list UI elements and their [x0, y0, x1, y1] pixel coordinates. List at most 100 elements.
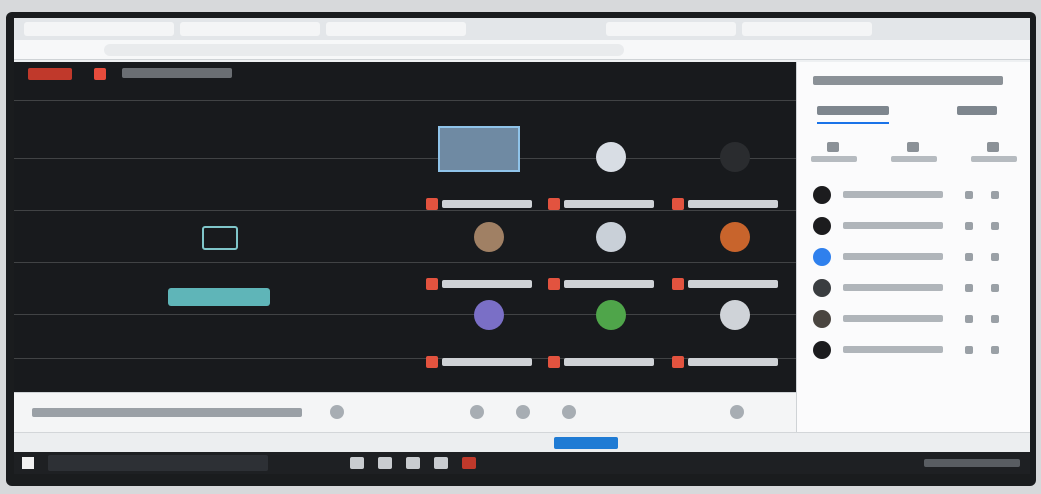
- participant-tile[interactable]: [672, 300, 798, 370]
- avatar: [596, 300, 626, 330]
- app-icon[interactable]: [378, 457, 392, 469]
- mic-off-icon: [426, 278, 438, 290]
- start-icon[interactable]: [22, 457, 34, 469]
- avatar: [596, 222, 626, 252]
- action-label: [971, 156, 1017, 162]
- taskbar-search[interactable]: [48, 455, 268, 471]
- more-button[interactable]: [730, 405, 744, 419]
- name-bar: [548, 276, 674, 292]
- avatar: [813, 217, 831, 235]
- avatar: [720, 300, 750, 330]
- recording-badge: [28, 68, 72, 80]
- screen-share-icon: [202, 226, 238, 250]
- participant-name: [564, 200, 654, 208]
- present-button[interactable]: [562, 405, 576, 419]
- name-bar: [548, 354, 674, 370]
- mic-button[interactable]: [470, 405, 484, 419]
- participant-row[interactable]: [813, 277, 1023, 299]
- mic-icon[interactable]: [965, 346, 973, 354]
- url-field[interactable]: [104, 44, 624, 56]
- mic-icon[interactable]: [965, 222, 973, 230]
- participant-tile[interactable]: [548, 300, 674, 370]
- meeting-icon: [94, 68, 106, 80]
- action-label: [811, 156, 857, 162]
- participant-row[interactable]: [813, 215, 1023, 237]
- more-icon[interactable]: [991, 346, 999, 354]
- participant-row[interactable]: [813, 339, 1023, 361]
- tab-chat[interactable]: [957, 106, 997, 115]
- people-panel: [796, 62, 1030, 432]
- participant-name: [843, 346, 943, 353]
- participant-tile[interactable]: [426, 300, 552, 370]
- mic-icon[interactable]: [965, 284, 973, 292]
- mic-off-icon: [426, 356, 438, 368]
- browser-tab[interactable]: [742, 22, 872, 36]
- share-screen-button[interactable]: [168, 288, 270, 306]
- avatar: [474, 222, 504, 252]
- participant-name: [688, 200, 778, 208]
- mic-icon[interactable]: [965, 253, 973, 261]
- participant-name: [843, 191, 943, 198]
- info-button[interactable]: [330, 405, 344, 419]
- participant-name: [442, 280, 532, 288]
- add-people-button[interactable]: [809, 142, 859, 164]
- more-icon[interactable]: [991, 284, 999, 292]
- participant-name: [688, 280, 778, 288]
- participant-name: [843, 222, 943, 229]
- participant-name: [564, 280, 654, 288]
- screen: [14, 18, 1030, 474]
- app-icon[interactable]: [406, 457, 420, 469]
- avatar: [813, 248, 831, 266]
- name-bar: [672, 354, 798, 370]
- participant-tile[interactable]: [672, 222, 798, 292]
- mute-all-button[interactable]: [889, 142, 939, 164]
- mic-icon[interactable]: [965, 191, 973, 199]
- participant-tile[interactable]: [426, 222, 552, 292]
- more-icon[interactable]: [991, 315, 999, 323]
- meeting-title: [122, 68, 232, 78]
- name-bar: [548, 196, 674, 212]
- stage-divider: [14, 100, 796, 101]
- camera-button[interactable]: [516, 405, 530, 419]
- system-tray: [924, 459, 1020, 467]
- participant-tile[interactable]: [672, 142, 798, 212]
- taskbar: [14, 452, 1030, 474]
- avatar: [596, 142, 626, 172]
- name-bar: [426, 196, 552, 212]
- more-icon[interactable]: [991, 191, 999, 199]
- mic-off-icon: [548, 278, 560, 290]
- participant-row[interactable]: [813, 246, 1023, 268]
- participant-name: [688, 358, 778, 366]
- status-pill[interactable]: [554, 437, 618, 449]
- more-icon[interactable]: [991, 222, 999, 230]
- more-actions-button[interactable]: [969, 142, 1019, 164]
- participant-tile[interactable]: [548, 142, 674, 212]
- avatar: [720, 222, 750, 252]
- browser-tab[interactable]: [326, 22, 466, 36]
- participant-name: [442, 200, 532, 208]
- participant-row[interactable]: [813, 184, 1023, 206]
- avatar: [720, 142, 750, 172]
- app-icon[interactable]: [434, 457, 448, 469]
- app-icon[interactable]: [462, 457, 476, 469]
- participant-row[interactable]: [813, 308, 1023, 330]
- mic-icon[interactable]: [965, 315, 973, 323]
- meeting-controls: [14, 392, 796, 432]
- avatar: [813, 310, 831, 328]
- add-person-icon: [827, 142, 839, 152]
- participant-name: [843, 284, 943, 291]
- name-bar: [426, 276, 552, 292]
- tab-people[interactable]: [817, 106, 889, 115]
- participant-tile[interactable]: [426, 142, 552, 212]
- participant-tile[interactable]: [548, 222, 674, 292]
- browser-tab[interactable]: [180, 22, 320, 36]
- name-bar: [672, 276, 798, 292]
- browser-tab[interactable]: [24, 22, 174, 36]
- more-icon[interactable]: [991, 253, 999, 261]
- app-icon[interactable]: [350, 457, 364, 469]
- mic-off-icon: [426, 198, 438, 210]
- browser-tab[interactable]: [606, 22, 736, 36]
- mic-off-icon: [548, 356, 560, 368]
- name-bar: [426, 354, 552, 370]
- avatar: [474, 300, 504, 330]
